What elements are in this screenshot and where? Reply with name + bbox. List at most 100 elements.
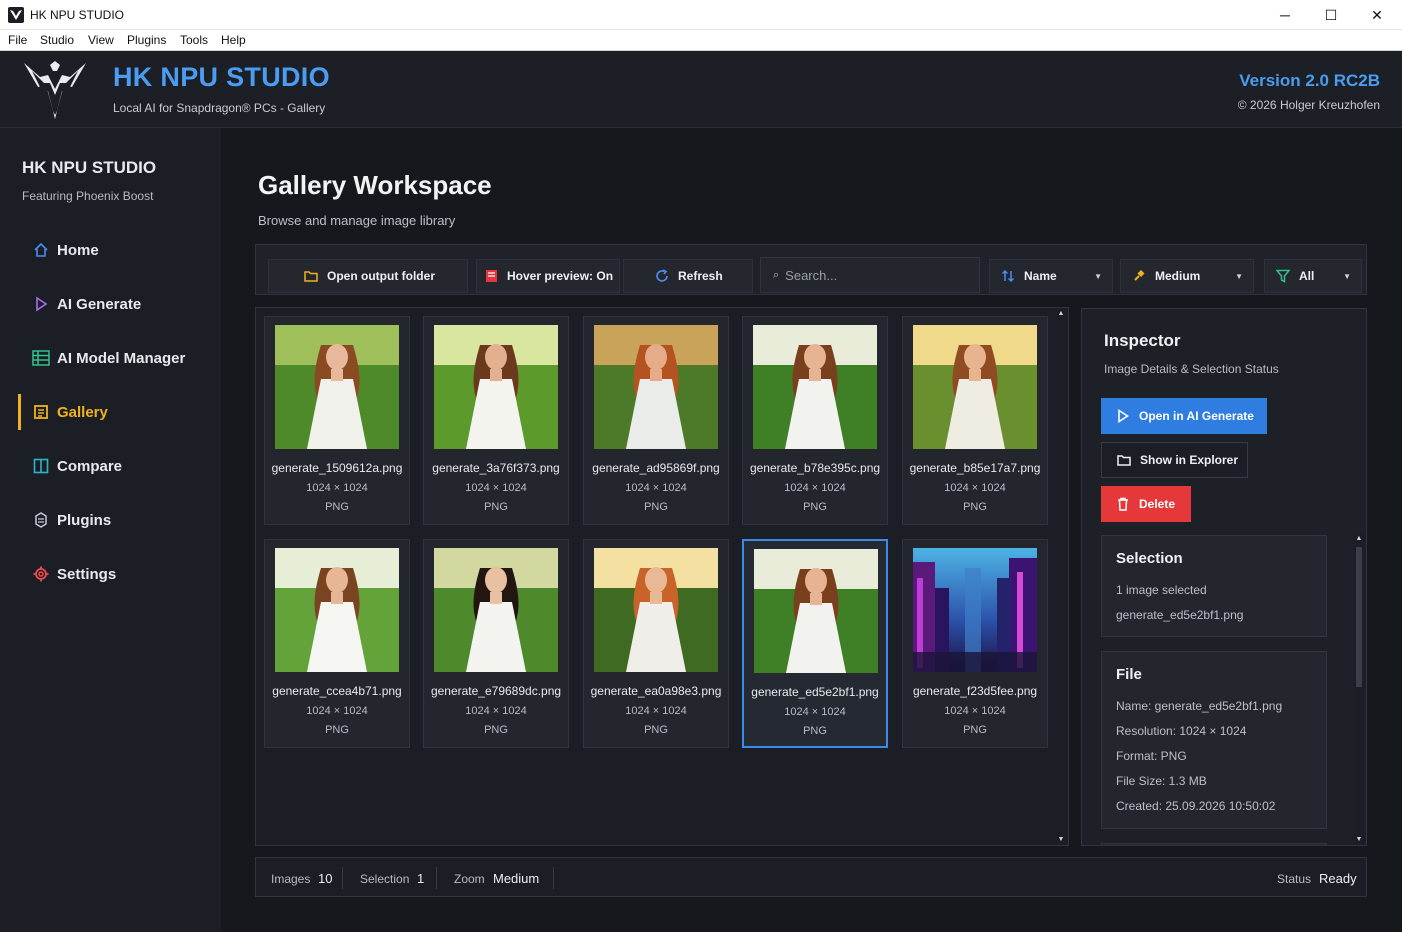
sidebar-item-label: Plugins	[57, 511, 112, 529]
file-size: File Size: 1.3 MB	[1116, 774, 1207, 788]
window-title: HK NPU STUDIO	[30, 8, 125, 22]
image-thumbnail[interactable]	[434, 548, 558, 672]
selection-count-value: 1	[417, 871, 425, 886]
brand-tagline: Local AI for Snapdragon® PCs - Gallery	[113, 101, 326, 115]
image-resolution: 1024 × 1024	[944, 482, 1006, 494]
delete-button[interactable]: Delete	[1101, 486, 1191, 522]
image-thumbnail[interactable]	[754, 549, 878, 673]
sort-value: Name	[1024, 269, 1057, 283]
menu-studio[interactable]: Studio	[40, 33, 74, 47]
image-format: PNG	[644, 724, 668, 736]
scroll-down-icon[interactable]: ▼	[1055, 836, 1067, 843]
menu-bar: File Studio View Plugins Tools Help	[0, 30, 1402, 51]
chevron-down-icon: ▼	[1235, 272, 1243, 281]
status-value: Ready	[1319, 871, 1357, 886]
gallery-card[interactable]: generate_3a76f373.png 1024 × 1024 PNG	[423, 316, 569, 525]
menu-tools[interactable]: Tools	[180, 33, 208, 47]
scroll-up-icon[interactable]: ▲	[1353, 535, 1365, 542]
sidebar-item-ai-generate[interactable]: AI Generate	[18, 286, 218, 322]
gallery-grid: ▲ ▼ generate_1509612a.png 1024 × 1024 PNG g…	[255, 307, 1069, 846]
image-thumbnail[interactable]	[594, 325, 718, 449]
sidebar-item-plugins[interactable]: Plugins	[18, 502, 218, 538]
image-filename: generate_ad95869f.png	[592, 461, 720, 475]
open-output-folder-button[interactable]: Open output folder	[268, 259, 468, 293]
gallery-card[interactable]: generate_ccea4b71.png 1024 × 1024 PNG	[264, 539, 410, 748]
menu-view[interactable]: View	[88, 33, 114, 47]
sidebar-item-settings[interactable]: Settings	[18, 556, 218, 592]
show-in-explorer-label: Show in Explorer	[1140, 453, 1239, 467]
image-thumbnail[interactable]	[913, 548, 1037, 672]
status-divider	[342, 867, 343, 889]
menu-help[interactable]: Help	[221, 33, 246, 47]
plugin-icon	[32, 511, 50, 529]
image-thumbnail[interactable]	[275, 548, 399, 672]
filter-value: All	[1299, 269, 1315, 283]
image-filename: generate_e79689dc.png	[430, 684, 562, 698]
refresh-button[interactable]: Refresh	[623, 259, 753, 293]
gear-icon	[32, 565, 50, 583]
gallery-toolbar: Open output folder Hover preview: On Ref…	[255, 244, 1367, 295]
open-in-ai-generate-button[interactable]: Open in AI Generate	[1101, 398, 1267, 434]
zoom-dropdown[interactable]: Medium ▼	[1120, 259, 1254, 293]
model-list-icon	[32, 349, 50, 367]
image-filename: generate_3a76f373.png	[432, 461, 560, 475]
file-resolution: Resolution: 1024 × 1024	[1116, 724, 1247, 738]
scrollbar-thumb[interactable]	[1356, 547, 1362, 687]
gallery-card[interactable]: generate_ad95869f.png 1024 × 1024 PNG	[583, 316, 729, 525]
image-format: PNG	[484, 724, 508, 736]
play-icon	[1115, 408, 1131, 424]
image-thumbnail[interactable]	[434, 325, 558, 449]
gallery-card[interactable]: generate_ed5e2bf1.png 1024 × 1024 PNG	[742, 539, 888, 748]
sidebar-item-compare[interactable]: Compare	[18, 448, 218, 484]
menu-file[interactable]: File	[8, 33, 27, 47]
maximize-button[interactable]: ☐	[1308, 0, 1354, 30]
gallery-card[interactable]: generate_b85e17a7.png 1024 × 1024 PNG	[902, 316, 1048, 525]
image-filename: generate_f23d5fee.png	[912, 684, 1038, 698]
sort-dropdown[interactable]: Name ▼	[989, 259, 1113, 293]
hover-preview-toggle[interactable]: Hover preview: On	[476, 259, 620, 293]
gallery-icon	[32, 403, 50, 421]
image-thumbnail[interactable]	[275, 325, 399, 449]
image-thumbnail[interactable]	[753, 325, 877, 449]
search-input[interactable]	[785, 267, 966, 283]
scroll-down-icon[interactable]: ▼	[1353, 836, 1365, 843]
menu-plugins[interactable]: Plugins	[127, 33, 166, 47]
gallery-card[interactable]: generate_e79689dc.png 1024 × 1024 PNG	[423, 539, 569, 748]
gallery-card[interactable]: generate_f23d5fee.png 1024 × 1024 PNG	[902, 539, 1048, 748]
image-thumbnail[interactable]	[913, 325, 1037, 449]
zoom-icon	[1131, 268, 1147, 284]
gallery-card[interactable]: generate_ea0a98e3.png 1024 × 1024 PNG	[583, 539, 729, 748]
sidebar-item-home[interactable]: Home	[18, 232, 218, 268]
trash-icon	[1115, 496, 1131, 512]
sidebar-item-ai-model-manager[interactable]: AI Model Manager	[18, 340, 218, 376]
sidebar-title: HK NPU STUDIO	[22, 158, 157, 177]
scroll-up-icon[interactable]: ▲	[1055, 310, 1067, 317]
folder-icon	[303, 268, 319, 284]
chevron-down-icon: ▼	[1094, 272, 1102, 281]
search-icon: ⌕	[773, 268, 780, 281]
minimize-button[interactable]: ─	[1262, 0, 1308, 30]
gallery-card[interactable]: generate_b78e395c.png 1024 × 1024 PNG	[742, 316, 888, 525]
search-box: ⌕	[760, 257, 980, 293]
image-filename: generate_b85e17a7.png	[909, 461, 1041, 475]
image-resolution: 1024 × 1024	[465, 705, 527, 717]
inspector-scrollbar[interactable]: ▲ ▼	[1353, 533, 1365, 845]
close-button[interactable]: ✕	[1354, 0, 1400, 30]
image-format: PNG	[803, 501, 827, 513]
image-resolution: 1024 × 1024	[306, 705, 368, 717]
file-panel: File Name: generate_ed5e2bf1.png Resolut…	[1101, 651, 1327, 829]
sidebar-item-label: Home	[57, 241, 99, 259]
gallery-scrollbar[interactable]: ▲ ▼	[1055, 308, 1067, 845]
zoom-level-value: Medium	[493, 871, 540, 886]
inspector-subtitle: Image Details & Selection Status	[1104, 362, 1279, 376]
images-count-label: Images	[271, 872, 311, 886]
open-in-ai-generate-label: Open in AI Generate	[1139, 409, 1254, 423]
delete-label: Delete	[1139, 497, 1176, 511]
next-panel	[1101, 843, 1327, 845]
image-resolution: 1024 × 1024	[625, 482, 687, 494]
sidebar-item-gallery[interactable]: Gallery	[18, 394, 218, 430]
filter-dropdown[interactable]: All ▼	[1264, 259, 1362, 293]
gallery-card[interactable]: generate_1509612a.png 1024 × 1024 PNG	[264, 316, 410, 525]
show-in-explorer-button[interactable]: Show in Explorer	[1101, 442, 1248, 478]
image-thumbnail[interactable]	[594, 548, 718, 672]
